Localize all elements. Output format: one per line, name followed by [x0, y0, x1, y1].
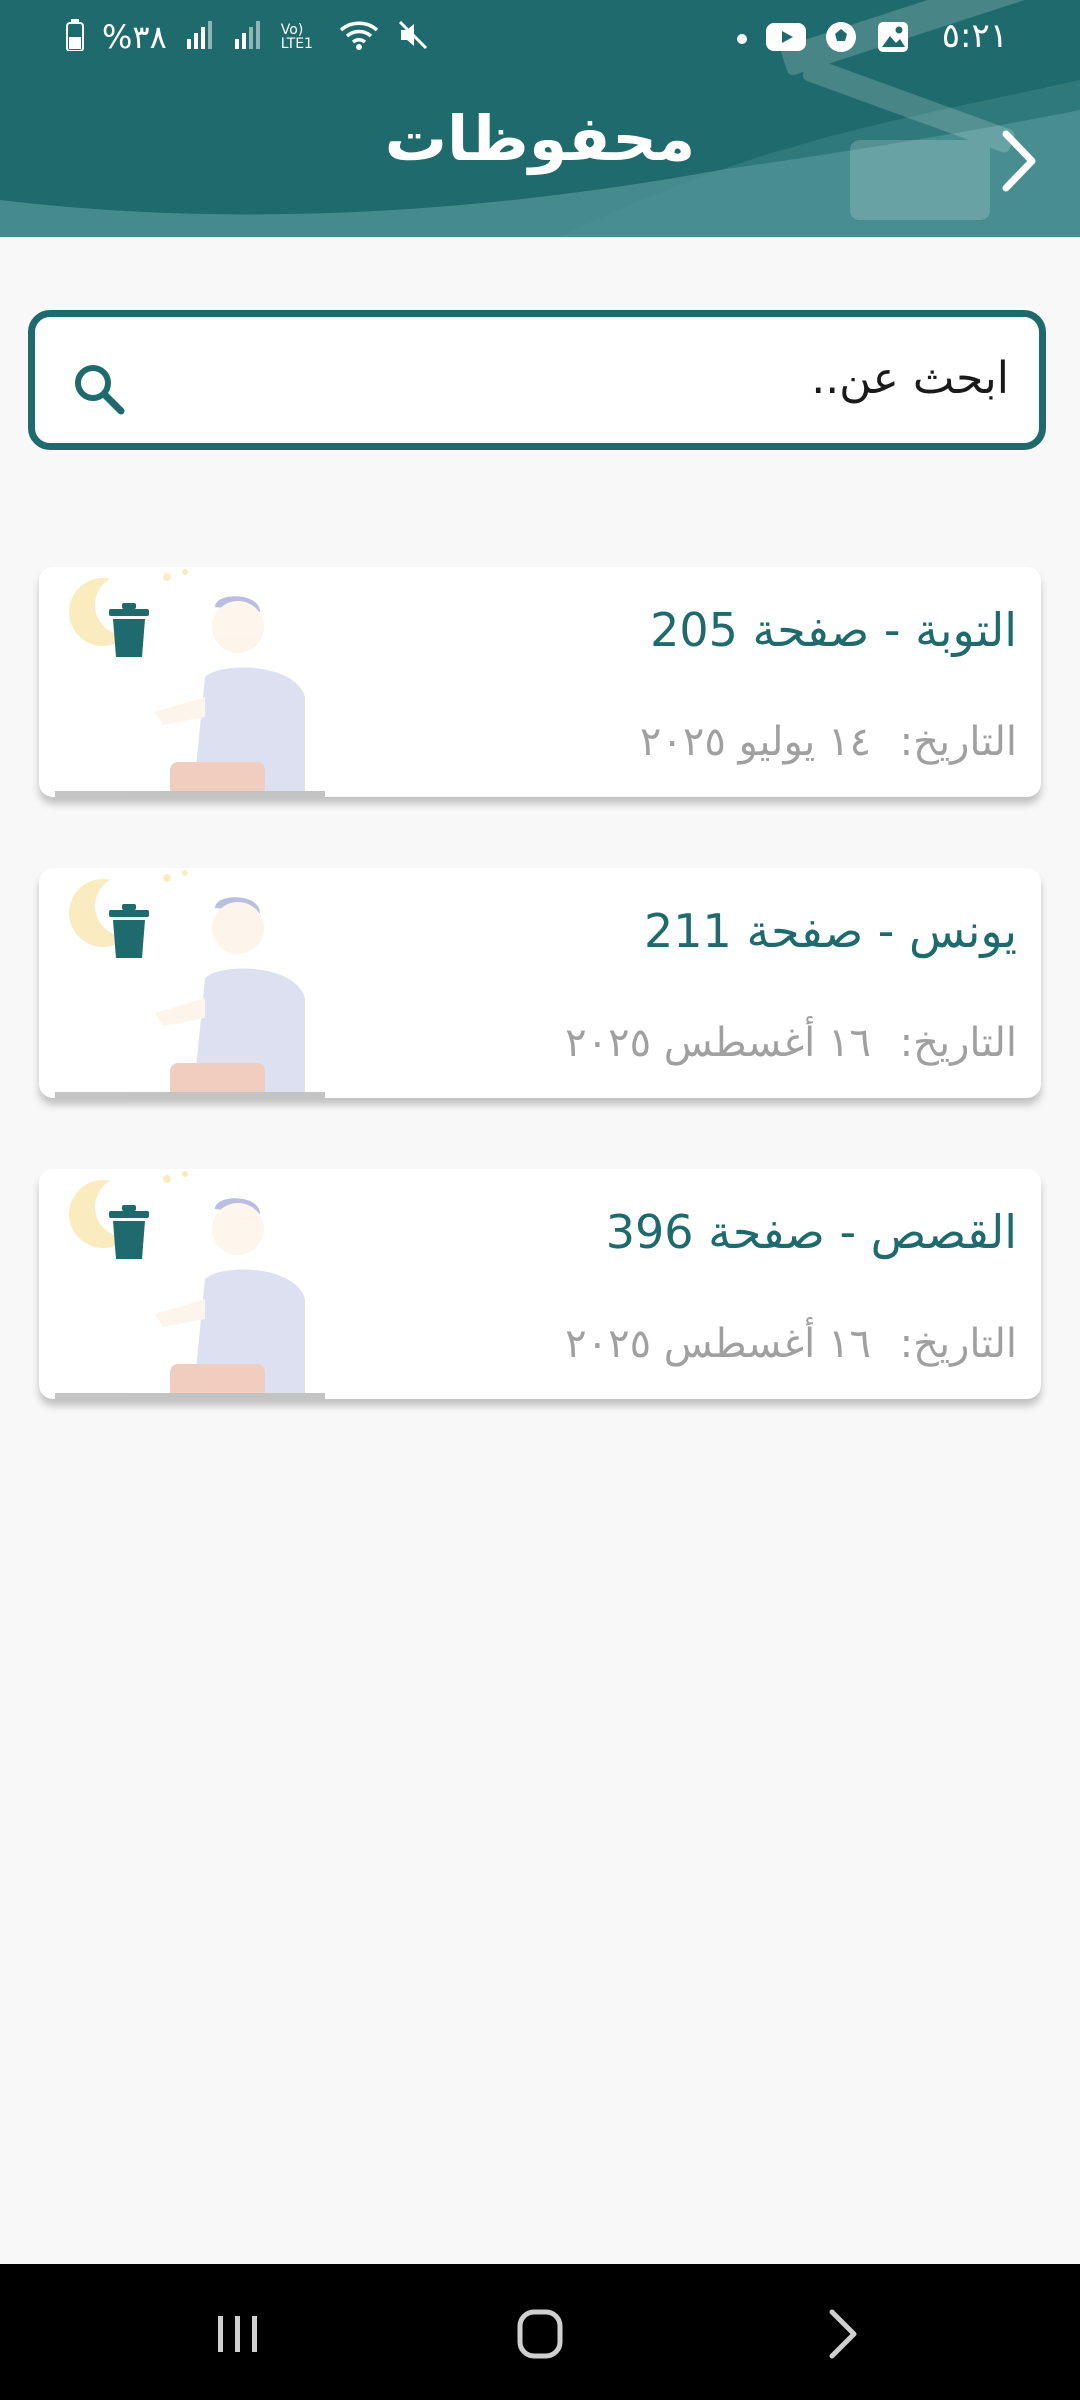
notification-icons	[736, 20, 910, 58]
status-time: ٥:٢١	[941, 16, 1008, 56]
bookmark-date: التاريخ: ١٤ يوليو ٢٠٢٥	[640, 719, 1017, 765]
search-icon[interactable]	[71, 361, 127, 417]
date-label: التاريخ:	[886, 1020, 1017, 1066]
bookmark-date: التاريخ: ١٦ أغسطس ٢٠٢٥	[565, 1321, 1017, 1367]
date-value: ١٤ يوليو ٢٠٢٥	[639, 719, 871, 765]
date-label: التاريخ:	[886, 1321, 1017, 1367]
battery-percent: %٣٨	[102, 18, 167, 56]
home-icon[interactable]	[500, 2304, 580, 2364]
list-item[interactable]: يونس - صفحة 211 التاريخ: ١٦ أغسطس ٢٠٢٥	[39, 868, 1041, 1098]
search-placeholder: ابحث عن..	[811, 353, 1009, 404]
praying-man-illustration	[55, 569, 325, 797]
date-value: ١٦ أغسطس ٢٠٢٥	[565, 1321, 871, 1367]
battery-icon	[66, 19, 84, 55]
wifi-icon	[339, 19, 379, 55]
bookmark-title: يونس - صفحة 211	[644, 904, 1017, 958]
list-item[interactable]: التوبة - صفحة 205 التاريخ: ١٤ يوليو ٢٠٢٥	[39, 567, 1041, 797]
signal-icon	[185, 21, 215, 53]
signal-icon-2	[233, 21, 263, 53]
bookmark-title: القصص - صفحة 396	[605, 1205, 1017, 1259]
system-nav-bar	[0, 2264, 1080, 2400]
recents-icon[interactable]	[198, 2304, 278, 2364]
status-bar: ٥:٢١ %٣٨ Vo) LTE1	[0, 0, 1080, 80]
gallery-icon	[876, 20, 910, 58]
date-label: التاريخ:	[886, 719, 1017, 765]
back-button[interactable]	[992, 126, 1048, 196]
page-title: محفوظات	[384, 102, 696, 175]
football-icon	[824, 20, 858, 58]
dot-icon	[736, 30, 748, 49]
back-icon[interactable]	[802, 2304, 882, 2364]
chevron-icon	[1002, 130, 1036, 192]
mute-icon	[397, 19, 429, 55]
trash-icon[interactable]	[109, 1205, 149, 1259]
praying-man-illustration	[55, 1171, 325, 1399]
praying-man-illustration	[55, 870, 325, 1098]
youtube-icon	[766, 21, 806, 57]
list-item[interactable]: القصص - صفحة 396 التاريخ: ١٦ أغسطس ٢٠٢٥	[39, 1169, 1041, 1399]
date-value: ١٦ أغسطس ٢٠٢٥	[565, 1020, 871, 1066]
bookmark-title: التوبة - صفحة 205	[650, 603, 1017, 657]
system-status: %٣٨ Vo) LTE1	[66, 18, 429, 56]
trash-icon[interactable]	[109, 603, 149, 657]
network-type: Vo) LTE1	[280, 22, 313, 52]
search-input[interactable]: ابحث عن..	[28, 310, 1046, 450]
bookmark-date: التاريخ: ١٦ أغسطس ٢٠٢٥	[565, 1020, 1017, 1066]
app-header: ٥:٢١ %٣٨ Vo) LTE1 محفوظات	[0, 0, 1080, 237]
trash-icon[interactable]	[109, 904, 149, 958]
